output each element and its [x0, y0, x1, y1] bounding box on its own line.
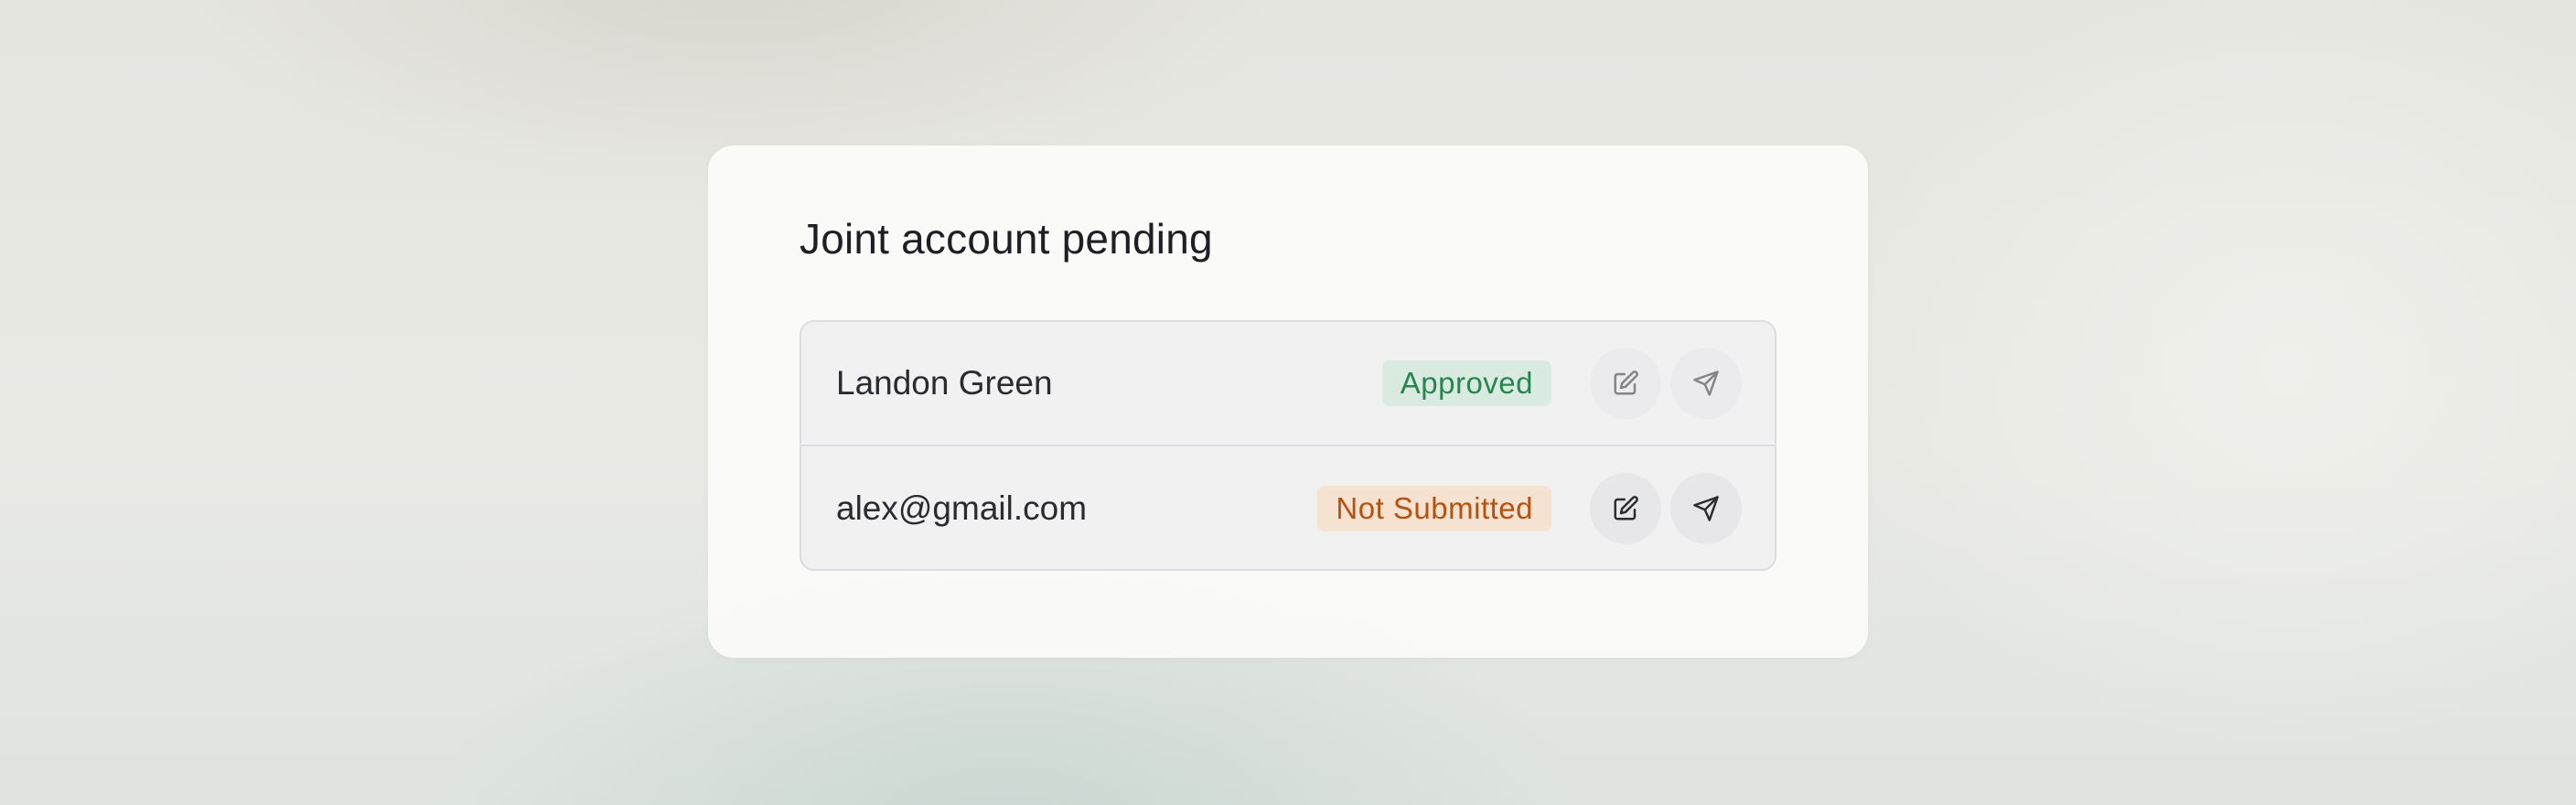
card-title: Joint account pending [800, 215, 1213, 263]
edit-button[interactable] [1590, 473, 1661, 544]
send-button[interactable] [1670, 473, 1742, 544]
applicants-table: Landon Green Approved alex@gmail.com Not… [800, 320, 1776, 571]
send-icon [1693, 370, 1719, 396]
edit-button[interactable] [1590, 348, 1661, 419]
status-badge: Not Submitted [1317, 486, 1551, 531]
send-icon [1693, 496, 1719, 521]
status-badge: Approved [1381, 360, 1551, 406]
applicant-email: alex@gmail.com [836, 489, 1088, 527]
table-row: Landon Green Approved [801, 322, 1775, 446]
edit-icon [1614, 370, 1638, 395]
edit-icon [1614, 496, 1638, 521]
applicant-name: Landon Green [836, 364, 1053, 402]
table-row: alex@gmail.com Not Submitted [801, 446, 1775, 569]
send-button[interactable] [1670, 348, 1742, 419]
joint-account-card: Joint account pending Landon Green Appro… [708, 145, 1868, 658]
